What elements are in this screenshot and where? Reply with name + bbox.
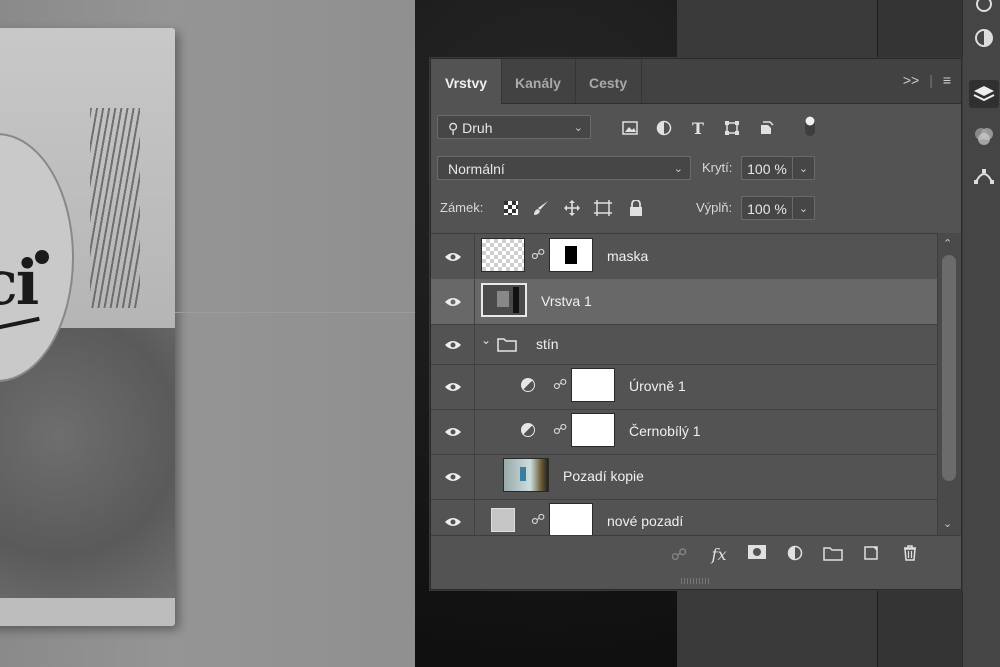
lock-transparent-icon[interactable]: [500, 197, 522, 219]
new-adjustment-icon[interactable]: [783, 545, 807, 566]
layer-thumbnail: [481, 283, 527, 317]
scroll-down-icon[interactable]: ⌄: [943, 517, 952, 530]
eye-icon[interactable]: [443, 247, 463, 267]
link-icon[interactable]: ☍: [531, 246, 545, 263]
eye-icon[interactable]: [443, 422, 463, 442]
layers-bottom-toolbar: ☍ fx: [431, 535, 961, 576]
layer-filter-dropdown[interactable]: ⚲ Druh ⌄: [437, 115, 591, 139]
tab-channels[interactable]: Kanály: [501, 59, 576, 103]
fx-icon[interactable]: fx: [707, 545, 731, 564]
collapse-panel-icon[interactable]: >>: [903, 72, 919, 88]
layer-name[interactable]: Vrstva 1: [541, 279, 592, 324]
smartobject-filter-icon[interactable]: [755, 117, 777, 139]
scroll-up-icon[interactable]: ⌃: [943, 237, 952, 250]
chevron-down-icon[interactable]: ⌄: [481, 333, 491, 347]
layer-thumbnail: [481, 238, 525, 272]
eye-icon[interactable]: [443, 377, 463, 397]
shape-filter-icon[interactable]: [721, 117, 743, 139]
eye-icon[interactable]: [443, 467, 463, 487]
panel-tab-bar: Vrstvy Kanály Cesty >> | ≡: [431, 59, 961, 104]
layer-row-stin[interactable]: ⌄ stín: [431, 324, 937, 365]
mask-thumbnail[interactable]: [549, 503, 593, 536]
filter-kind-label: Druh: [462, 120, 493, 136]
layers-panel-icon[interactable]: [969, 80, 999, 108]
lock-all-icon[interactable]: [625, 197, 647, 219]
lock-label: Zámek:: [440, 200, 484, 215]
paths-panel-icon[interactable]: [969, 162, 999, 190]
adjustment-filter-icon[interactable]: [653, 117, 675, 139]
layer-row-maska[interactable]: ☍ maska: [431, 234, 937, 280]
type-filter-icon[interactable]: T: [687, 117, 709, 139]
black-white-adjustment-icon[interactable]: [521, 423, 535, 437]
panel-menu-icon[interactable]: ≡: [943, 72, 951, 88]
trash-icon[interactable]: [898, 545, 922, 566]
levels-adjustment-icon[interactable]: [521, 378, 535, 392]
lock-artboard-icon[interactable]: [592, 197, 614, 219]
mask-thumbnail[interactable]: [549, 238, 593, 272]
book-title-text: ci: [0, 246, 39, 319]
layer-row-nove-pozadi[interactable]: ☍ nové pozadí: [431, 499, 937, 536]
lock-image-icon[interactable]: [530, 197, 552, 219]
tab-layers[interactable]: Vrstvy: [431, 59, 503, 104]
eye-icon[interactable]: [443, 512, 463, 532]
layer-thumbnail: [503, 458, 549, 492]
chevron-down-icon: ⌄: [673, 163, 683, 175]
lock-position-icon[interactable]: [561, 197, 583, 219]
eye-icon[interactable]: [443, 292, 463, 312]
opacity-input[interactable]: 100 %: [741, 156, 793, 180]
layer-name[interactable]: Úrovně 1: [629, 364, 686, 409]
layers-panel: Vrstvy Kanály Cesty >> | ≡ ⚲ Druh ⌄ T No…: [430, 58, 962, 590]
layer-name[interactable]: maska: [607, 234, 648, 279]
opacity-slider-toggle[interactable]: ⌄: [793, 156, 815, 180]
layer-name[interactable]: nové pozadí: [607, 499, 683, 536]
layer-name[interactable]: Černobílý 1: [629, 409, 701, 454]
filter-toggle-icon[interactable]: [799, 115, 821, 137]
mask-thumbnail[interactable]: [571, 413, 615, 447]
image-filter-icon[interactable]: [619, 117, 641, 139]
layers-list: ☍ maska Vrstva 1 ⌄ stín ☍ Úrovně 1 ☍ Čer…: [431, 233, 937, 536]
layer-row-cernobily-1[interactable]: ☍ Černobílý 1: [431, 409, 937, 455]
link-icon[interactable]: ☍: [553, 376, 567, 393]
opacity-label: Krytí:: [702, 160, 733, 175]
adjustments-panel-icon[interactable]: [969, 24, 999, 52]
layer-name[interactable]: Pozadí kopie: [563, 454, 644, 499]
fill-input[interactable]: 100 %: [741, 196, 793, 220]
new-group-icon[interactable]: [821, 545, 845, 566]
tab-paths[interactable]: Cesty: [575, 59, 643, 103]
fill-color-swatch[interactable]: [491, 508, 515, 532]
blend-mode-dropdown[interactable]: Normální ⌄: [437, 156, 691, 180]
group-name[interactable]: stín: [536, 324, 559, 364]
channels-panel-icon[interactable]: [969, 122, 999, 150]
layer-row-urovne-1[interactable]: ☍ Úrovně 1: [431, 364, 937, 410]
link-layers-icon[interactable]: ☍: [667, 545, 691, 565]
book-cover-image: ci: [0, 28, 175, 626]
fill-label: Výplň:: [696, 200, 733, 215]
link-icon[interactable]: ☍: [553, 421, 567, 438]
eye-icon[interactable]: [443, 335, 463, 355]
layer-row-pozadi-kopie[interactable]: Pozadí kopie: [431, 454, 937, 500]
link-icon[interactable]: ☍: [531, 511, 545, 528]
layer-row-vrstva-1[interactable]: Vrstva 1: [431, 279, 937, 325]
blend-mode-value: Normální: [448, 161, 505, 177]
new-layer-icon[interactable]: [859, 545, 883, 566]
folder-icon: [497, 336, 517, 357]
mask-icon[interactable]: [745, 545, 769, 564]
mask-thumbnail[interactable]: [571, 368, 615, 402]
fill-slider-toggle[interactable]: ⌄: [793, 196, 815, 220]
document-canvas[interactable]: ci: [0, 0, 430, 667]
libraries-icon[interactable]: [969, 0, 999, 18]
scrollbar-thumb[interactable]: [942, 255, 956, 481]
layers-scrollbar[interactable]: ⌃ ⌄: [937, 233, 961, 535]
panel-icon-strip: [962, 0, 1000, 667]
panel-resize-grip[interactable]: [681, 578, 711, 584]
search-icon: ⚲: [448, 120, 459, 136]
chevron-down-icon: ⌄: [573, 122, 583, 134]
